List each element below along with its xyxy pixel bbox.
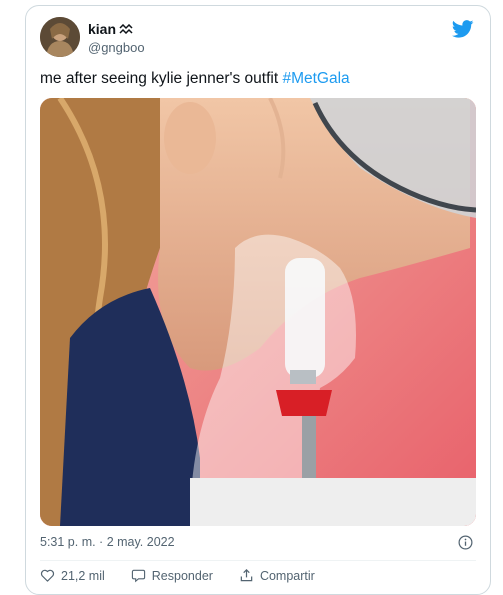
share-icon [240, 569, 253, 582]
reply-label: Responder [151, 568, 213, 583]
share-label: Compartir [259, 568, 315, 583]
like-button[interactable]: 21,2 mil [40, 568, 105, 583]
tweet-text: me after seeing kylie jenner's outfit #M… [40, 69, 350, 89]
reply-button[interactable]: Responder [131, 568, 213, 583]
info-icon[interactable] [458, 535, 473, 550]
reply-bubble-icon [131, 569, 145, 583]
tweet-timestamp[interactable]: 5:31 p. m. · 2 may. 2022 [40, 535, 175, 549]
action-bar: 21,2 mil Responder Compartir [40, 568, 341, 583]
like-count: 21,2 mil [61, 568, 105, 583]
display-name[interactable]: kian [88, 21, 133, 37]
avatar[interactable] [40, 17, 80, 57]
heart-icon [40, 569, 55, 582]
share-button[interactable]: Compartir [239, 568, 315, 583]
tweet-text-body: me after seeing kylie jenner's outfit [40, 70, 283, 87]
hashtag-link[interactable]: #MetGala [282, 70, 349, 87]
divider [40, 560, 476, 561]
user-handle[interactable]: @gngboo [88, 40, 145, 55]
twitter-bird-icon[interactable] [452, 20, 474, 38]
aquarius-emoji-icon [119, 24, 133, 34]
tweet-photo[interactable] [40, 98, 476, 526]
tweet-card: kian @gngboo me after seeing kylie jenne… [25, 5, 491, 595]
display-name-text: kian [88, 21, 117, 37]
